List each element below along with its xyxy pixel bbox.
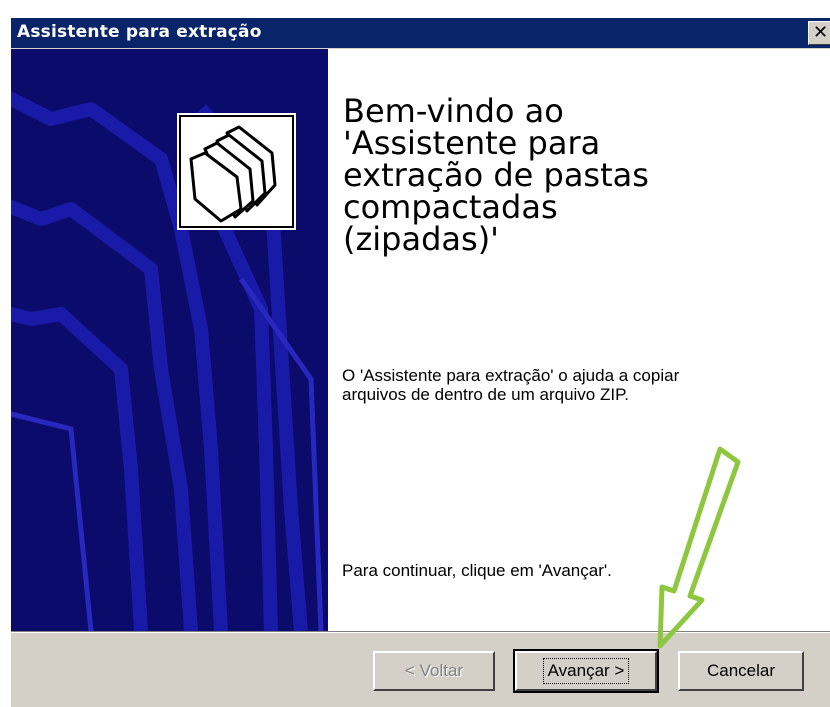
green-arrow-annotation	[657, 446, 741, 649]
